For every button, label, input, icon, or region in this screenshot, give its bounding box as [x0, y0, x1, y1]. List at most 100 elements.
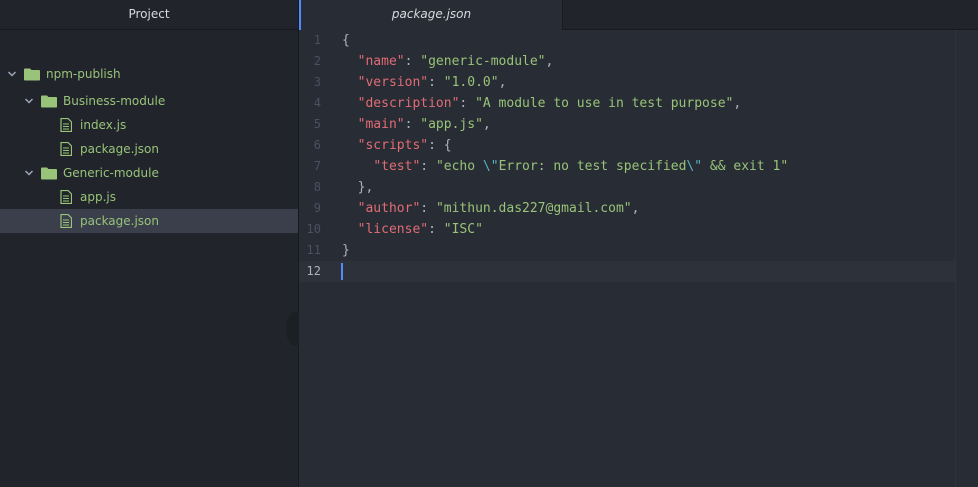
line-number: 9 [313, 201, 321, 215]
tree-item-label: package.json [80, 142, 160, 156]
code-token: "main" [357, 117, 405, 132]
tree-item-label: npm-publish [46, 67, 121, 81]
file-text-icon [58, 118, 74, 132]
folder-icon [41, 166, 57, 180]
code-text: "name": "generic-module", [342, 51, 554, 72]
tree-item-label: Business-module [63, 94, 166, 108]
code-token: "version" [357, 75, 429, 90]
code-line[interactable]: 4 "description": "A module to use in tes… [299, 93, 956, 114]
code-line[interactable]: 5 "main": "app.js", [299, 114, 956, 135]
tree-item-label: app.js [80, 190, 116, 204]
code-token: : [428, 75, 444, 90]
code-token: "echo [435, 159, 483, 174]
code-token: "ISC" [443, 222, 483, 237]
code-token: { [342, 33, 350, 48]
code-text: "description": "A module to use in test … [342, 93, 742, 114]
code-token: : [420, 159, 436, 174]
tree-item-label: index.js [80, 118, 127, 132]
code-line[interactable]: 7 "test": "echo \"Error: no test specifi… [299, 156, 956, 177]
code-token: "generic-module" [420, 54, 546, 69]
code-line[interactable]: 9 "author": "mithun.das227@gmail.com", [299, 198, 956, 219]
tree-folder[interactable]: Business-module [0, 89, 298, 113]
code-line[interactable]: 1{ [299, 30, 956, 51]
code-token: : { [428, 138, 452, 153]
line-number: 5 [313, 117, 321, 131]
code-editor[interactable]: 1{2 "name": "generic-module", 3 "version"… [299, 30, 978, 487]
code-token: , [733, 96, 742, 111]
tree-file[interactable]: package.json [0, 209, 298, 233]
line-number: 11 [306, 243, 321, 257]
code-token: , [482, 117, 491, 132]
code-line[interactable]: 12 [299, 261, 956, 282]
code-token: "app.js" [420, 117, 483, 132]
code-text: "license": "ISC" [342, 219, 483, 240]
code-token: "mithun.das227@gmail.com" [435, 201, 632, 216]
code-text: "scripts": { [342, 135, 452, 156]
code-line[interactable]: 11} [299, 240, 956, 261]
code-token: "1.0.0" [443, 75, 499, 90]
code-token: : [428, 222, 444, 237]
line-number: 6 [313, 138, 321, 152]
code-token: "test" [373, 159, 421, 174]
tree-file[interactable]: index.js [0, 113, 298, 137]
code-line[interactable]: 3 "version": "1.0.0", [299, 72, 956, 93]
code-token: "license" [357, 222, 429, 237]
code-token: , [498, 75, 507, 90]
tree-file[interactable]: package.json [0, 137, 298, 161]
code-token: \" [686, 159, 703, 174]
tab-package-json[interactable]: package.json [299, 0, 563, 30]
folder-icon [41, 94, 57, 108]
chevron-down-icon[interactable] [6, 69, 18, 79]
code-text: "author": "mithun.das227@gmail.com", [342, 198, 640, 219]
tree-folder[interactable]: Generic-module [0, 161, 298, 185]
text-cursor [341, 263, 343, 280]
code-token: && exit 1" [702, 159, 789, 174]
code-line[interactable]: 10 "license": "ISC" [299, 219, 956, 240]
tree-folder[interactable]: npm-publish [0, 62, 298, 86]
file-text-icon [58, 142, 74, 156]
tree-file[interactable]: app.js [0, 185, 298, 209]
code-token: "scripts" [357, 138, 429, 153]
code-token: "author" [357, 201, 421, 216]
code-token: "description" [357, 96, 460, 111]
code-line[interactable]: 8 }, [299, 177, 956, 198]
code-line[interactable]: 6 "scripts": { [299, 135, 956, 156]
chevron-down-icon[interactable] [23, 168, 35, 178]
code-token: , [631, 201, 640, 216]
code-text: "test": "echo \"Error: no test specified… [342, 156, 788, 177]
tab-bar: package.json [299, 0, 978, 30]
line-number: 3 [313, 75, 321, 89]
project-panel: Project npm-publish Business-module index.… [0, 0, 304, 487]
code-token: : [404, 54, 421, 69]
code-token: "A module to use in test purpose" [475, 96, 734, 111]
code-token: "name" [357, 54, 405, 69]
file-text-icon [58, 190, 74, 204]
chevron-down-icon[interactable] [23, 96, 35, 106]
tree-item-label: package.json [80, 214, 160, 228]
editor-scrollbar[interactable] [955, 30, 978, 487]
line-number: 7 [313, 159, 321, 173]
code-token: : [420, 201, 436, 216]
line-number: 4 [313, 96, 321, 110]
file-text-icon [58, 214, 74, 228]
code-token: , [545, 54, 554, 69]
code-text: } [342, 240, 350, 261]
code-token: \" [482, 159, 499, 174]
line-number: 1 [313, 33, 321, 47]
code-token: }, [342, 180, 374, 195]
panel-title: Project [0, 0, 298, 30]
tree-item-label: Generic-module [63, 166, 159, 180]
code-line[interactable]: 2 "name": "generic-module", [299, 51, 956, 72]
line-number: 12 [306, 264, 321, 278]
code-token: Error: no test specified [498, 159, 687, 174]
folder-icon [24, 67, 40, 81]
line-number: 10 [306, 222, 321, 236]
code-text: { [342, 30, 350, 51]
line-number: 8 [313, 180, 321, 194]
